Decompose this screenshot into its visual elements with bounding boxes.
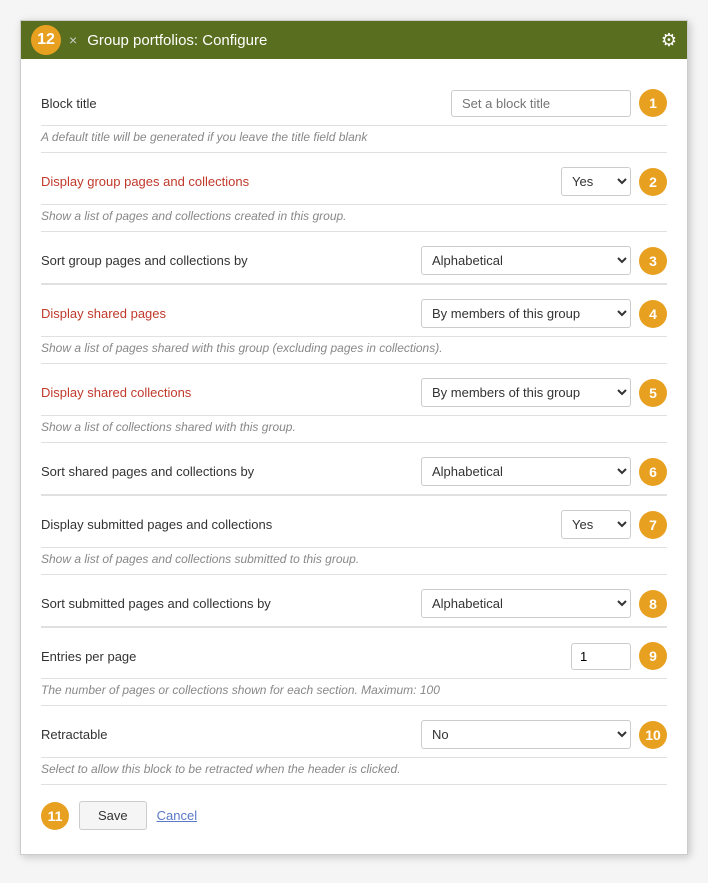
sort-group-pages-label: Sort group pages and collections by (41, 253, 421, 268)
close-icon[interactable]: × (69, 32, 77, 48)
display-shared-pages-hint: Show a list of pages shared with this gr… (41, 337, 667, 364)
retractable-label: Retractable (41, 727, 421, 742)
display-shared-pages-select[interactable]: By members of this group Everyone No (421, 299, 631, 328)
sort-group-pages-select[interactable]: Alphabetical Date Last modified (421, 246, 631, 275)
footer-row: 11 Save Cancel (41, 785, 667, 838)
display-submitted-row: Display submitted pages and collections … (41, 495, 667, 548)
display-group-pages-label: Display group pages and collections (41, 174, 561, 189)
block-title-badge: 1 (639, 89, 667, 117)
display-shared-pages-control: By members of this group Everyone No 4 (421, 299, 667, 328)
display-submitted-select[interactable]: Yes No (561, 510, 631, 539)
block-title-label: Block title (41, 96, 451, 111)
entries-per-page-input[interactable] (571, 643, 631, 670)
sort-shared-pages-control: Alphabetical Date Last modified 6 (421, 457, 667, 486)
sort-shared-pages-row: Sort shared pages and collections by Alp… (41, 443, 667, 495)
sort-group-pages-row: Sort group pages and collections by Alph… (41, 232, 667, 284)
save-button[interactable]: Save (79, 801, 147, 830)
form-content: Block title 1 A default title will be ge… (21, 59, 687, 854)
display-group-pages-control: Yes No 2 (561, 167, 667, 196)
display-shared-pages-row: Display shared pages By members of this … (41, 284, 667, 337)
entries-per-page-badge: 9 (639, 642, 667, 670)
entries-per-page-hint: The number of pages or collections shown… (41, 679, 667, 706)
retractable-badge: 10 (639, 721, 667, 749)
retractable-control: No Yes Automatically 10 (421, 720, 667, 749)
retractable-select[interactable]: No Yes Automatically (421, 720, 631, 749)
cancel-button[interactable]: Cancel (157, 808, 197, 823)
display-submitted-hint: Show a list of pages and collections sub… (41, 548, 667, 575)
display-shared-pages-badge: 4 (639, 300, 667, 328)
display-shared-pages-label: Display shared pages (41, 306, 421, 321)
retractable-hint: Select to allow this block to be retract… (41, 758, 667, 785)
sort-shared-pages-select[interactable]: Alphabetical Date Last modified (421, 457, 631, 486)
display-shared-collections-label: Display shared collections (41, 385, 421, 400)
block-title-input[interactable] (451, 90, 631, 117)
display-submitted-control: Yes No 7 (561, 510, 667, 539)
sort-submitted-label: Sort submitted pages and collections by (41, 596, 421, 611)
title-bar: 12 × Group portfolios: Configure ⚙ (21, 21, 687, 59)
configure-window: 12 × Group portfolios: Configure ⚙ Block… (20, 20, 688, 855)
sort-submitted-badge: 8 (639, 590, 667, 618)
block-title-row: Block title 1 (41, 75, 667, 126)
sort-submitted-row: Sort submitted pages and collections by … (41, 575, 667, 627)
sort-submitted-select[interactable]: Alphabetical Date Last modified (421, 589, 631, 618)
display-shared-collections-badge: 5 (639, 379, 667, 407)
block-title-control: 1 (451, 89, 667, 117)
display-group-pages-row: Display group pages and collections Yes … (41, 153, 667, 205)
entries-per-page-row: Entries per page 9 (41, 627, 667, 679)
sort-group-pages-badge: 3 (639, 247, 667, 275)
title-bar-badge: 12 (31, 25, 61, 55)
display-submitted-badge: 7 (639, 511, 667, 539)
display-group-pages-hint: Show a list of pages and collections cre… (41, 205, 667, 232)
display-shared-collections-control: By members of this group Everyone No 5 (421, 378, 667, 407)
block-title-hint: A default title will be generated if you… (41, 126, 667, 153)
footer-badge: 11 (41, 802, 69, 830)
entries-per-page-control: 9 (571, 642, 667, 670)
sort-shared-pages-label: Sort shared pages and collections by (41, 464, 421, 479)
display-submitted-label: Display submitted pages and collections (41, 517, 561, 532)
display-shared-collections-select[interactable]: By members of this group Everyone No (421, 378, 631, 407)
display-group-pages-badge: 2 (639, 168, 667, 196)
gear-icon[interactable]: ⚙ (661, 30, 677, 51)
display-shared-collections-row: Display shared collections By members of… (41, 364, 667, 416)
sort-group-pages-control: Alphabetical Date Last modified 3 (421, 246, 667, 275)
sort-shared-pages-badge: 6 (639, 458, 667, 486)
display-group-pages-select[interactable]: Yes No (561, 167, 631, 196)
retractable-row: Retractable No Yes Automatically 10 (41, 706, 667, 758)
dialog-title: Group portfolios: Configure (87, 32, 661, 49)
entries-per-page-label: Entries per page (41, 649, 571, 664)
display-shared-collections-hint: Show a list of collections shared with t… (41, 416, 667, 443)
sort-submitted-control: Alphabetical Date Last modified 8 (421, 589, 667, 618)
